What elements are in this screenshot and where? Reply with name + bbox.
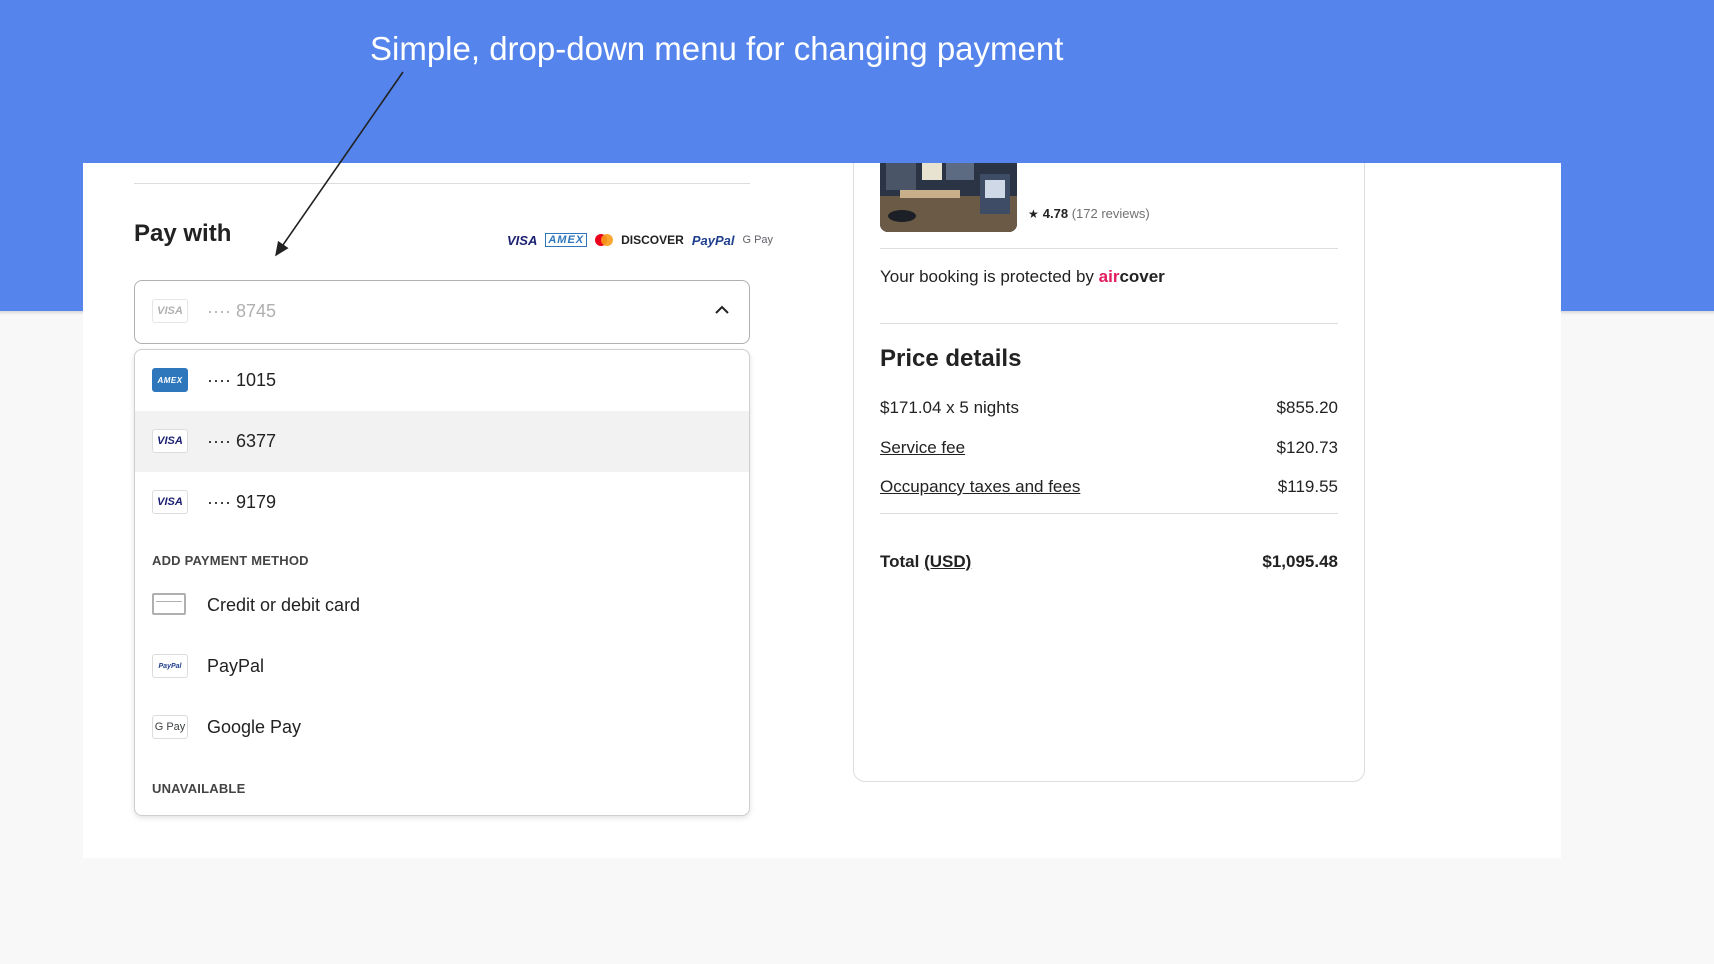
service-fee-link[interactable]: Service fee (880, 438, 965, 458)
mastercard-logo-icon (595, 234, 614, 246)
card-divider (880, 513, 1338, 514)
option-label: ···· 1015 (207, 370, 277, 390)
option-label: PayPal (207, 656, 265, 676)
discover-logo-icon: DISCOVER (621, 233, 684, 247)
option-label: ···· 9179 (207, 492, 277, 512)
unavailable-heading: UNAVAILABLE (152, 781, 246, 796)
amex-card-icon: AMEX (152, 368, 188, 392)
google-pay-logo-icon: G Pay (742, 234, 774, 246)
payment-dropdown-menu: AMEX ···· 1015 VISA ···· 6377 VISA ···· … (134, 349, 750, 816)
aircover-protection: Your booking is protected by aircover (880, 267, 1165, 286)
add-paypal-option[interactable]: PayPal PayPal (135, 636, 749, 697)
card-divider (880, 323, 1338, 324)
option-label: ···· 6377 (207, 431, 277, 451)
listing-rating: ★ 4.78 (172 reviews) (1028, 206, 1150, 221)
credit-card-icon (152, 593, 186, 615)
pay-with-heading: Pay with (134, 220, 232, 247)
option-label: Credit or debit card (207, 595, 361, 615)
price-details-heading: Price details (880, 345, 1022, 372)
checkout-screenshot: Pay with VISA AMEX DISCOVER PayPal G Pay… (83, 163, 1561, 858)
chevron-up-icon[interactable] (715, 303, 729, 317)
annotation-caption: Simple, drop-down menu for changing paym… (370, 30, 1064, 67)
visa-card-icon: VISA (152, 429, 188, 453)
listing-photo[interactable] (880, 163, 1017, 232)
add-payment-method-heading: ADD PAYMENT METHOD (152, 553, 309, 568)
section-divider (134, 183, 750, 184)
visa-card-icon: VISA (152, 490, 188, 514)
currency-link[interactable]: (USD) (924, 552, 971, 571)
selected-card-value: ···· 8745 (207, 301, 277, 321)
add-google-pay-option[interactable]: G Pay Google Pay (135, 697, 749, 758)
paypal-icon: PayPal (152, 654, 188, 678)
price-summary-card: ★ 4.78 (172 reviews) Your booking is prot… (853, 163, 1365, 782)
payment-option-visa-6377[interactable]: VISA ···· 6377 (135, 411, 749, 472)
card-divider (880, 248, 1338, 249)
payment-method-select[interactable]: VISA ···· 8745 (134, 280, 750, 344)
taxes-fees-link[interactable]: Occupancy taxes and fees (880, 477, 1080, 497)
payment-option-visa-9179[interactable]: VISA ···· 9179 (135, 472, 749, 533)
amex-logo-icon: AMEX (545, 233, 588, 247)
visa-card-icon: VISA (152, 299, 188, 323)
paypal-logo-icon: PayPal (691, 232, 735, 248)
option-label: Google Pay (207, 717, 302, 737)
aircover-logo: aircover (1098, 267, 1165, 286)
payment-option-amex-1015[interactable]: AMEX ···· 1015 (135, 350, 749, 411)
star-icon: ★ (1028, 207, 1039, 221)
accepted-brands: VISA AMEX DISCOVER PayPal G Pay (507, 230, 773, 250)
google-pay-icon: G Pay (152, 715, 188, 739)
visa-logo-icon: VISA (507, 232, 538, 248)
add-credit-card-option[interactable]: Credit or debit card (135, 575, 749, 636)
